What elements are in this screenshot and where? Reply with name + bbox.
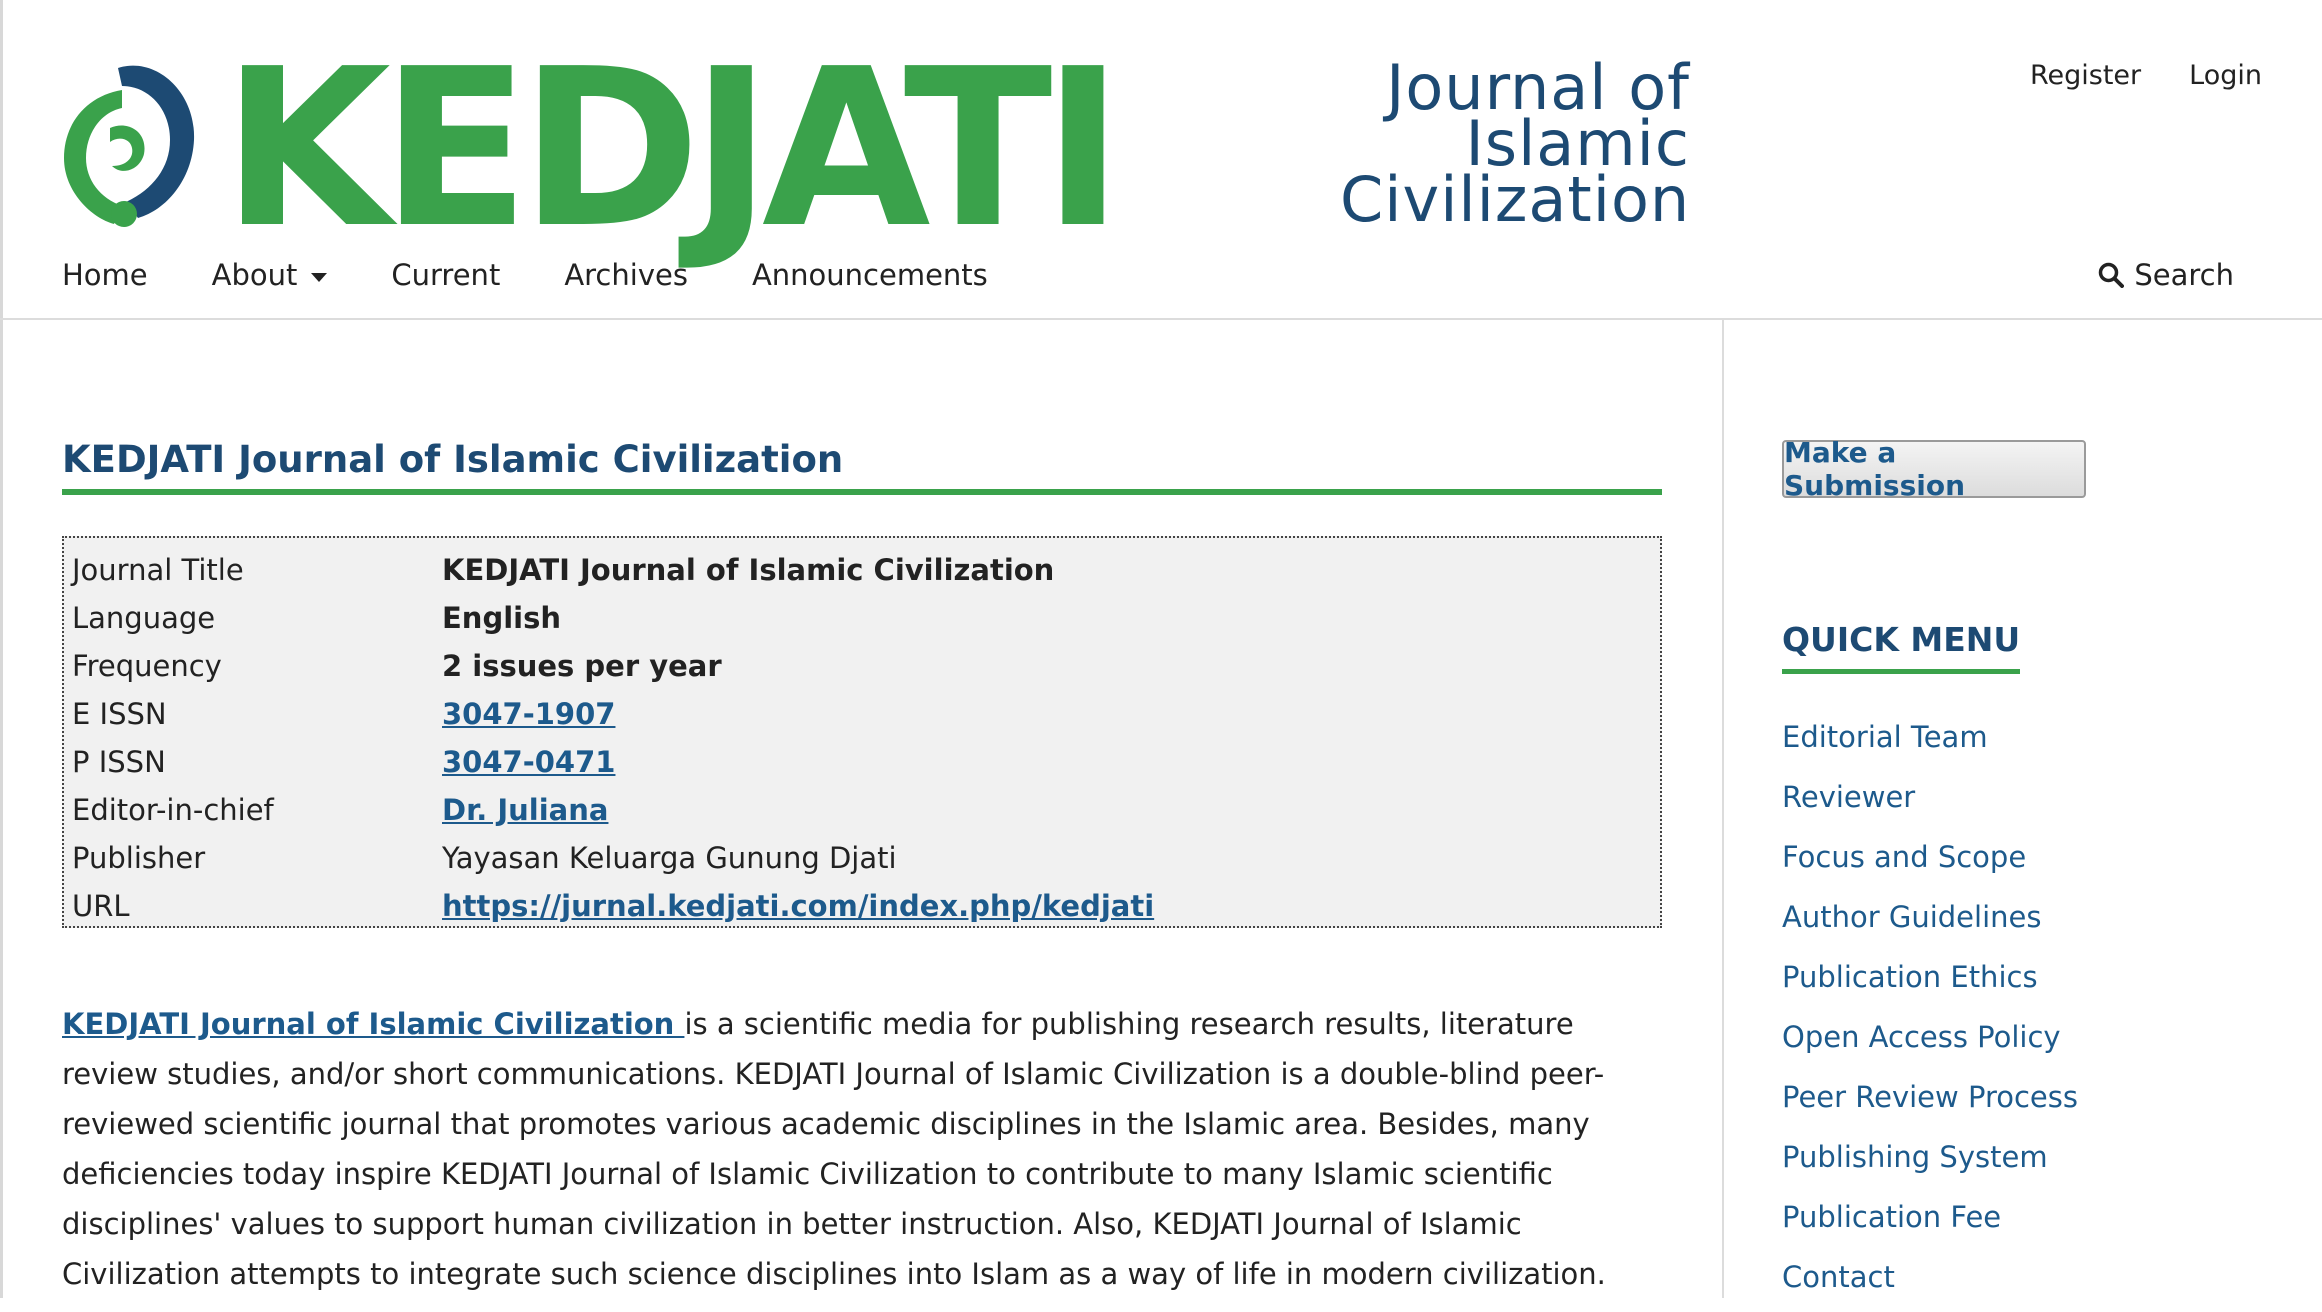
description-text: is a scientific media for publishing res… bbox=[62, 1007, 1606, 1291]
quick-menu-item-focus-scope[interactable]: Focus and Scope bbox=[1782, 832, 2078, 892]
logo-subtitle-line: Civilization bbox=[1340, 163, 1691, 236]
info-label: Editor-in-chief bbox=[72, 793, 274, 827]
quick-menu-item-reviewer[interactable]: Reviewer bbox=[1782, 772, 2078, 832]
nav-home-label: Home bbox=[62, 258, 148, 292]
info-label: Publisher bbox=[72, 841, 206, 875]
user-nav: Register Login bbox=[2030, 60, 2262, 91]
info-row: Editor-in-chief Dr. Juliana bbox=[72, 786, 1652, 834]
nav-about[interactable]: About bbox=[212, 258, 328, 292]
register-link[interactable]: Register bbox=[2030, 60, 2141, 91]
e-issn-link[interactable]: 3047-1907 bbox=[442, 697, 615, 731]
caret-down-icon bbox=[311, 272, 328, 282]
info-row: E ISSN 3047-1907 bbox=[72, 690, 1652, 738]
nav-announcements[interactable]: Announcements bbox=[752, 258, 988, 292]
quick-menu-item-peer-review[interactable]: Peer Review Process bbox=[1782, 1072, 2078, 1132]
logo-wordmark[interactable]: KEDJATI bbox=[222, 30, 1124, 270]
quick-menu-item-editorial-team[interactable]: Editorial Team bbox=[1782, 712, 2078, 772]
sidebar-divider bbox=[1722, 320, 1724, 1298]
make-submission-button[interactable]: Make a Submission bbox=[1782, 436, 2086, 502]
main-nav: Home About Current Archives Announcement… bbox=[62, 258, 1052, 292]
info-label: P ISSN bbox=[72, 745, 166, 779]
quick-menu-item-publication-fee[interactable]: Publication Fee bbox=[1782, 1192, 2078, 1252]
info-value: English bbox=[442, 601, 562, 635]
search-link[interactable]: Search bbox=[2098, 258, 2234, 292]
nav-archives[interactable]: Archives bbox=[564, 258, 688, 292]
nav-current-label: Current bbox=[391, 258, 501, 292]
info-value: Yayasan Keluarga Gunung Djati bbox=[442, 841, 897, 875]
login-link[interactable]: Login bbox=[2189, 60, 2262, 91]
search-label: Search bbox=[2134, 258, 2234, 292]
nav-home[interactable]: Home bbox=[62, 258, 148, 292]
info-label: Journal Title bbox=[72, 553, 244, 587]
info-row: P ISSN 3047-0471 bbox=[72, 738, 1652, 786]
quick-menu-list: Editorial Team Reviewer Focus and Scope … bbox=[1782, 712, 2078, 1312]
info-row: Language English bbox=[72, 594, 1652, 642]
quick-menu-item-author-guidelines[interactable]: Author Guidelines bbox=[1782, 892, 2078, 952]
quick-menu-item-publishing-system[interactable]: Publishing System bbox=[1782, 1132, 2078, 1192]
search-icon bbox=[2099, 262, 2125, 288]
quick-menu-title: QUICK MENU bbox=[1782, 620, 2021, 674]
journal-url-link[interactable]: https://jurnal.kedjati.com/index.php/ked… bbox=[442, 889, 1154, 923]
editor-in-chief-link[interactable]: Dr. Juliana bbox=[442, 793, 608, 827]
p-issn-link[interactable]: 3047-0471 bbox=[442, 745, 615, 779]
logo-subtitle: Journal of Islamic Civilization bbox=[1340, 57, 1691, 236]
info-row: URL https://jurnal.kedjati.com/index.php… bbox=[72, 882, 1652, 930]
info-label: URL bbox=[72, 889, 130, 923]
quick-menu-item-publication-ethics[interactable]: Publication Ethics bbox=[1782, 952, 2078, 1012]
page-title: KEDJATI Journal of Islamic Civilization bbox=[62, 438, 1662, 495]
kedjati-logo-icon[interactable] bbox=[56, 62, 196, 232]
journal-description: KEDJATI Journal of Islamic Civilization … bbox=[62, 999, 1672, 1299]
info-label: Frequency bbox=[72, 649, 222, 683]
info-row: Journal Title KEDJATI Journal of Islamic… bbox=[72, 546, 1652, 594]
nav-about-label: About bbox=[211, 258, 298, 292]
nav-announcements-label: Announcements bbox=[751, 258, 988, 292]
info-value: KEDJATI Journal of Islamic Civilization bbox=[442, 553, 1055, 587]
nav-archives-label: Archives bbox=[564, 258, 688, 292]
info-value: 2 issues per year bbox=[442, 649, 722, 683]
site-header: KEDJATI Journal of Islamic Civilization … bbox=[0, 0, 2322, 320]
journal-info-table: Journal Title KEDJATI Journal of Islamic… bbox=[62, 536, 1662, 928]
info-row: Frequency 2 issues per year bbox=[72, 642, 1652, 690]
quick-menu-item-contact[interactable]: Contact bbox=[1782, 1252, 2078, 1312]
info-row: Publisher Yayasan Keluarga Gunung Djati bbox=[72, 834, 1652, 882]
journal-name-link[interactable]: KEDJATI Journal of Islamic Civilization bbox=[62, 1007, 684, 1041]
info-label: E ISSN bbox=[72, 697, 167, 731]
quick-menu-item-open-access[interactable]: Open Access Policy bbox=[1782, 1012, 2078, 1072]
nav-current[interactable]: Current bbox=[391, 258, 500, 292]
info-label: Language bbox=[72, 601, 216, 635]
